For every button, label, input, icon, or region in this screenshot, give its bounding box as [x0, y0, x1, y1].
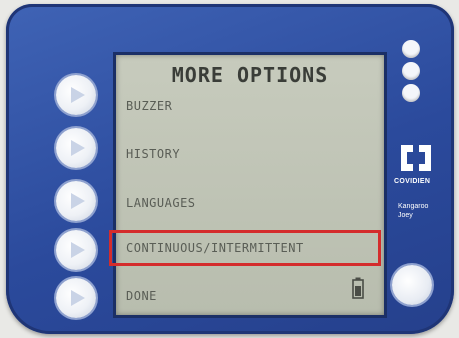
model-name: Kangaroo Joey	[398, 202, 428, 220]
indicator-lights	[402, 40, 420, 106]
model-line-1: Kangaroo	[398, 203, 429, 210]
play-arrow-icon	[71, 193, 85, 209]
covidien-logo-icon	[401, 145, 431, 171]
selection-highlight-box	[109, 230, 381, 266]
play-arrow-icon	[71, 242, 85, 258]
menu-item-history[interactable]: HISTORY	[126, 147, 180, 161]
indicator-dot-icon	[402, 62, 420, 80]
menu-select-button-continuous-intermittent[interactable]	[56, 230, 96, 270]
play-arrow-icon	[71, 87, 85, 103]
menu-select-button-done[interactable]	[56, 278, 96, 318]
play-arrow-icon	[71, 140, 85, 156]
menu-select-button-history[interactable]	[56, 128, 96, 168]
menu-item-done[interactable]: DONE	[126, 289, 157, 303]
indicator-dot-icon	[402, 40, 420, 58]
menu-select-button-languages[interactable]	[56, 181, 96, 221]
play-arrow-icon	[71, 290, 85, 306]
battery-icon	[352, 277, 364, 299]
power-button[interactable]	[392, 265, 432, 305]
lcd-screen: MORE OPTIONS BUZZER HISTORY LANGUAGES CO…	[113, 52, 387, 318]
feeding-pump-device: MORE OPTIONS BUZZER HISTORY LANGUAGES CO…	[6, 4, 454, 334]
brand-name: COVIDIEN	[394, 178, 431, 185]
menu-item-buzzer[interactable]: BUZZER	[126, 99, 172, 113]
indicator-dot-icon	[402, 84, 420, 102]
menu-item-languages[interactable]: LANGUAGES	[126, 196, 196, 210]
model-line-2: Joey	[398, 212, 413, 219]
menu-select-button-buzzer[interactable]	[56, 75, 96, 115]
screen-title: MORE OPTIONS	[171, 63, 329, 87]
